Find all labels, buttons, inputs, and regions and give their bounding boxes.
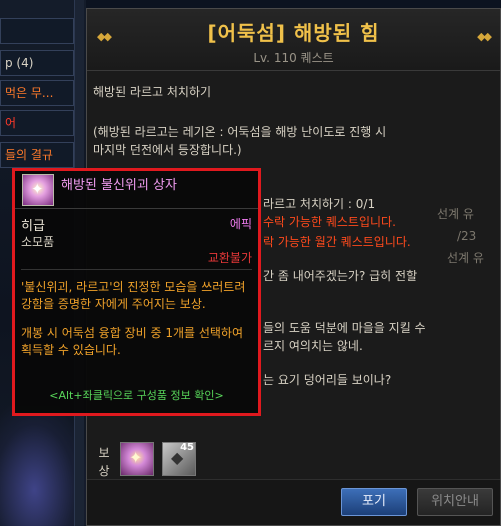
item-description-paragraph: '불신위괴, 라르고'의 진정한 모습을 쓰러트려 강함을 증명한 자에게 주어…: [21, 280, 246, 311]
location-guide-button[interactable]: 위치안내: [417, 488, 493, 516]
quest-progress: 라르고 처치하기 : 0/1: [263, 197, 376, 211]
item-tooltip: ✦ 해방된 불신위괴 상자 히급 소모품 에픽 교환불가 '불신위괴, 라르고'…: [12, 168, 261, 416]
quest-description: 마지막 던전에서 등장합니다.): [93, 143, 242, 157]
trade-status: 교환불가: [207, 251, 252, 265]
treasure-box-icon: ✦: [129, 448, 143, 467]
item-type: 소모품: [21, 235, 55, 249]
quest-objective: 해방된 라르고 처치하기: [93, 85, 212, 99]
reward-slot[interactable]: ◆ 45: [162, 442, 196, 476]
item-description-paragraph: 개봉 시 어둑섬 융합 장비 중 1개를 선택하여 획득할 수 있습니다.: [21, 326, 244, 357]
quest-list-item[interactable]: [0, 18, 74, 44]
quest-title: [어둑섬] 해방된 힘: [207, 21, 380, 45]
quest-list-item-label: 먹은 무...: [5, 86, 54, 100]
quest-notice: 수락 가능한 퀘스트입니다.: [263, 215, 396, 229]
give-up-button[interactable]: 포기: [341, 488, 407, 516]
quest-footer: 포기 위치안내: [87, 479, 500, 525]
treasure-box-icon: ✦: [22, 174, 54, 206]
tooltip-header: ✦ 해방된 불신위괴 상자: [15, 171, 258, 209]
item-rarity: 에픽: [229, 217, 252, 231]
quest-dialogue: 르지 여의치는 않네.: [263, 339, 363, 353]
quest-description: (해방된 라르고는 레기온 : 어둑섬을 해방 난이도로 진행 시: [93, 125, 387, 139]
faded-text: 선계 유: [437, 207, 474, 221]
faded-text: /23: [457, 229, 477, 243]
quest-notice: 락 가능한 월간 퀘스트입니다.: [263, 235, 411, 249]
quest-dialogue: 는 요기 덩어리들 보이나?: [263, 373, 392, 387]
reward-slot[interactable]: ✦: [120, 442, 154, 476]
quest-list-item-label: 들의 결규: [5, 148, 53, 162]
tooltip-hint: <Alt+좌클릭으로 구성품 정보 확인>: [49, 389, 224, 402]
quest-list-item[interactable]: p (4): [0, 50, 74, 76]
reward-count: 45: [180, 442, 194, 453]
item-name: 해방된 불신위괴 상자: [61, 178, 177, 193]
quest-list-item[interactable]: 먹은 무...: [0, 80, 74, 106]
quest-level: Lv. 110 퀘스트: [253, 51, 334, 65]
quest-list-item[interactable]: 어: [0, 110, 74, 136]
tooltip-divider: [21, 269, 252, 270]
quest-list-item-label: p (4): [5, 56, 34, 70]
quest-dialogue: 간 좀 내어주겠는가? 급히 전할: [263, 269, 418, 283]
quest-header: ◆◆ ◆◆ [어둑섬] 해방된 힘 Lv. 110 퀘스트: [87, 9, 500, 71]
quest-list-item[interactable]: 들의 결규: [0, 142, 74, 168]
item-description: '불신위괴, 라르고'의 진정한 모습을 쓰러트려 강함을 증명한 자에게 주어…: [21, 279, 257, 359]
quest-list-item-label: 어: [5, 116, 17, 130]
quest-dialogue: 들의 도움 덕분에 마을을 지킬 수: [263, 321, 426, 335]
reward-label: 보상: [98, 446, 110, 478]
item-grade: 히급: [21, 219, 45, 234]
faded-text: 선계 유: [447, 251, 484, 265]
